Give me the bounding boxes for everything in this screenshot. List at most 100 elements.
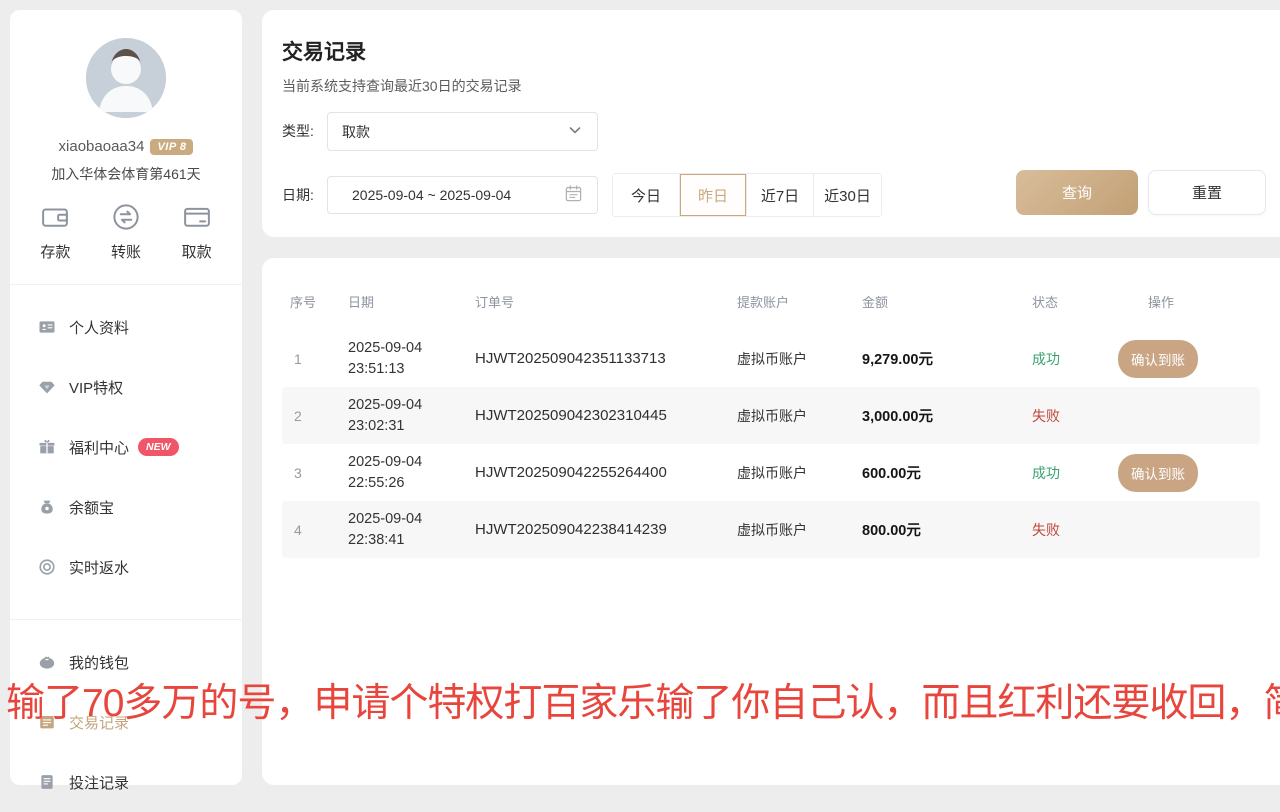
cell-withdraw-account: 虚拟币账户: [737, 463, 862, 483]
table-row: 3 2025-09-04 22:55:26 HJWT20250904225526…: [282, 444, 1260, 501]
menu-label: 实时返水: [69, 557, 129, 578]
sidebar-menu-primary: 个人资料 VIP特权 福利中心 NEW 余额宝 实时返水: [10, 285, 242, 597]
table-row: 2 2025-09-04 23:02:31 HJWT20250904230231…: [282, 387, 1260, 444]
idcard-icon: [38, 318, 56, 336]
diamond-icon: [38, 378, 56, 396]
sidebar-menu-item[interactable]: 福利中心 NEW: [10, 417, 242, 477]
profile-section: xiaobaoaa34 VIP 8 加入华体会体育第461天: [10, 10, 242, 184]
table-row: 4 2025-09-04 22:38:41 HJWT20250904223841…: [282, 501, 1260, 558]
date-range-button[interactable]: 近30日: [814, 174, 881, 216]
calendar-icon: [564, 184, 583, 206]
menu-label: 余额宝: [69, 497, 114, 518]
cell-index: 3: [290, 465, 348, 481]
cell-amount: 600.00元: [862, 462, 1032, 483]
confirm-arrival-button[interactable]: 确认到账: [1118, 340, 1198, 378]
filter-card: 交易记录 当前系统支持查询最近30日的交易记录 类型: 取款 日期: 2025-…: [262, 10, 1280, 237]
piggy-icon: [38, 653, 56, 671]
menu-label: 我的钱包: [69, 652, 129, 673]
cell-status: 失败: [1032, 520, 1148, 540]
cell-amount: 3,000.00元: [862, 405, 1032, 426]
cell-order-number: HJWT202509042351133713: [475, 350, 737, 367]
time-value: 22:38:41: [348, 530, 475, 551]
quick-actions: 存款 转账 取款: [10, 202, 242, 262]
transactions-table: 序号日期订单号提款账户金额状态操作 1 2025-09-04 23:51:13 …: [282, 272, 1260, 558]
table-row: 1 2025-09-04 23:51:13 HJWT20250904235113…: [282, 330, 1260, 387]
transfer-icon: [111, 202, 141, 234]
join-days-text: 加入华体会体育第461天: [10, 164, 242, 184]
sidebar-menu-item[interactable]: 余额宝: [10, 477, 242, 537]
date-value: 2025-09-04: [348, 395, 475, 416]
table-header-cell: 序号: [290, 292, 348, 311]
quick-action-button[interactable]: 转账: [91, 202, 162, 262]
query-button[interactable]: 查询: [1016, 170, 1138, 215]
chevron-down-icon: [567, 122, 583, 141]
cell-date: 2025-09-04 23:02:31: [348, 395, 475, 436]
reset-button[interactable]: 重置: [1148, 170, 1266, 215]
menu-label: 投注记录: [69, 772, 129, 793]
time-value: 23:51:13: [348, 359, 475, 380]
date-range-button[interactable]: 近7日: [747, 174, 814, 216]
cell-order-number: HJWT202509042238414239: [475, 521, 737, 538]
time-value: 22:55:26: [348, 473, 475, 494]
username-row: xiaobaoaa34 VIP 8: [10, 138, 242, 155]
quick-action-button[interactable]: 取款: [161, 202, 232, 262]
cell-date: 2025-09-04 23:51:13: [348, 338, 475, 379]
quick-action-label: 转账: [91, 241, 162, 262]
wallet-icon: [40, 202, 70, 234]
date-range-button[interactable]: 今日: [613, 174, 680, 216]
cell-withdraw-account: 虚拟币账户: [737, 520, 862, 540]
avatar[interactable]: [86, 38, 166, 118]
new-badge: NEW: [138, 438, 179, 456]
type-select[interactable]: 取款: [327, 112, 598, 151]
table-body: 1 2025-09-04 23:51:13 HJWT20250904235113…: [282, 330, 1260, 558]
vip-badge: VIP 8: [150, 139, 193, 155]
table-header-cell: 状态: [1032, 292, 1148, 311]
date-quick-ranges: 今日昨日近7日近30日: [612, 173, 882, 217]
cell-index: 1: [290, 351, 348, 367]
table-header-cell: 日期: [348, 292, 475, 311]
table-header-row: 序号日期订单号提款账户金额状态操作: [282, 272, 1260, 330]
bankcard-icon: [182, 202, 212, 234]
type-label: 类型:: [282, 112, 314, 151]
date-value: 2025-09-04: [348, 509, 475, 530]
quick-action-button[interactable]: 存款: [20, 202, 91, 262]
confirm-arrival-button[interactable]: 确认到账: [1118, 454, 1198, 492]
complaint-overlay-text: 输了70多万的号，申请个特权打百家乐输了你自己认，而且红利还要收回，简直搞笑: [6, 672, 1280, 728]
cell-withdraw-account: 虚拟币账户: [737, 349, 862, 369]
table-header-cell: 订单号: [475, 292, 737, 311]
menu-label: 个人资料: [69, 317, 129, 338]
cell-date: 2025-09-04 22:55:26: [348, 452, 475, 493]
gift-icon: [38, 438, 56, 456]
sidebar-menu-item[interactable]: VIP特权: [10, 357, 242, 417]
cell-index: 4: [290, 522, 348, 538]
time-value: 23:02:31: [348, 416, 475, 437]
moneybag-icon: [38, 498, 56, 516]
cell-status: 失败: [1032, 406, 1148, 426]
type-select-value: 取款: [342, 122, 370, 142]
table-header-cell: 提款账户: [737, 292, 862, 311]
table-header-cell: 金额: [862, 292, 1032, 311]
date-value: 2025-09-04: [348, 338, 475, 359]
cell-date: 2025-09-04 22:38:41: [348, 509, 475, 550]
table-header-cell: 操作: [1148, 292, 1260, 311]
avatar-image: [86, 38, 166, 118]
quick-action-label: 取款: [161, 241, 232, 262]
betrecord-icon: [38, 773, 56, 791]
cell-amount: 800.00元: [862, 519, 1032, 540]
cell-amount: 9,279.00元: [862, 348, 1032, 369]
sidebar-menu-item[interactable]: 投注记录: [10, 752, 242, 812]
rebate-icon: [38, 558, 56, 576]
cell-action: 确认到账: [1148, 340, 1260, 378]
date-range-input[interactable]: 2025-09-04 ~ 2025-09-04: [327, 176, 598, 214]
sidebar: xiaobaoaa34 VIP 8 加入华体会体育第461天 存款 转账 取款 …: [10, 10, 242, 785]
quick-action-label: 存款: [20, 241, 91, 262]
sidebar-menu-item[interactable]: 个人资料: [10, 297, 242, 357]
date-label: 日期:: [282, 176, 314, 214]
date-range-button[interactable]: 昨日: [680, 174, 747, 216]
cell-order-number: HJWT202509042255264400: [475, 464, 737, 481]
date-range-value: 2025-09-04 ~ 2025-09-04: [352, 187, 511, 203]
page-subtitle: 当前系统支持查询最近30日的交易记录: [282, 76, 522, 96]
sidebar-menu-item[interactable]: 实时返水: [10, 537, 242, 597]
date-value: 2025-09-04: [348, 452, 475, 473]
cell-order-number: HJWT202509042302310445: [475, 407, 737, 424]
